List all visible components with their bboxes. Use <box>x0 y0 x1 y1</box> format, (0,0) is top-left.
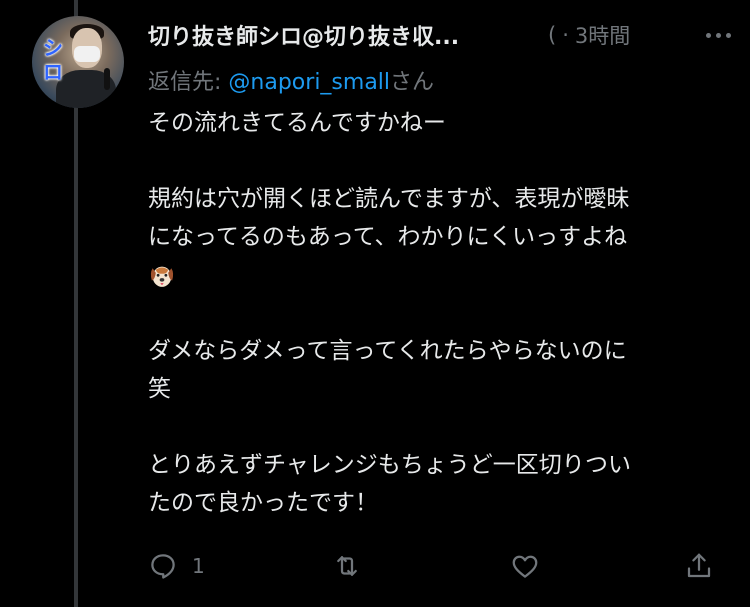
tweet-line: 規約は穴が開くほど読んでますが、表現が曖昧 <box>148 186 630 212</box>
reply-bubble-icon <box>151 554 175 579</box>
timestamp[interactable]: 3時間 <box>575 20 630 50</box>
retweet-button[interactable] <box>332 548 362 584</box>
avatar[interactable]: シロ <box>32 16 124 108</box>
avatar-logo: シロ <box>43 36 63 84</box>
meta-prefix: ( <box>548 23 557 47</box>
share-upload-icon <box>687 553 711 578</box>
tweet-line: その流れきてるんですかねー <box>148 110 446 136</box>
tweet-line: たので良かったです！ <box>148 490 378 516</box>
tweet[interactable]: シロ 切り抜き師シロ@切り抜き収... ( · 3時間 返信先: @napori… <box>0 0 750 607</box>
meta-separator: · <box>562 23 569 47</box>
reply-to: 返信先: @napori_smallさん <box>148 64 434 96</box>
heart-icon <box>512 555 538 578</box>
tweet-body: その流れきてるんですかねー 規約は穴が開くほど読んでますが、表現が曖昧 になって… <box>148 104 718 522</box>
dog-face-icon <box>150 266 174 287</box>
reply-count: 1 <box>192 554 205 578</box>
tweet-line: 笑 <box>148 376 171 402</box>
display-name[interactable]: 切り抜き師シロ@切り抜き収... <box>148 19 459 51</box>
tweet-line-emoji <box>148 256 718 294</box>
reply-to-label: 返信先: <box>148 70 222 95</box>
microphone-icon <box>104 68 110 90</box>
more-options-icon[interactable] <box>698 22 738 48</box>
reply-to-handle[interactable]: @napori_small <box>228 70 390 95</box>
tweet-meta: ( · 3時間 <box>548 18 630 52</box>
tweet-line: になってるのもあって、わかりにくいっすよね <box>148 224 628 250</box>
tweet-header: 切り抜き師シロ@切り抜き収... ( · 3時間 <box>148 18 738 52</box>
action-bar: 1 <box>148 548 718 584</box>
like-button[interactable] <box>510 548 540 584</box>
share-button[interactable] <box>684 548 714 584</box>
retweet-icon <box>337 556 357 576</box>
tweet-line: とりあえずチャレンジもちょうど一区切りつい <box>148 452 631 478</box>
tweet-line: ダメならダメって言ってくれたらやらないのに <box>148 338 627 364</box>
reply-button[interactable]: 1 <box>148 548 205 584</box>
reply-to-suffix: さん <box>390 70 435 95</box>
